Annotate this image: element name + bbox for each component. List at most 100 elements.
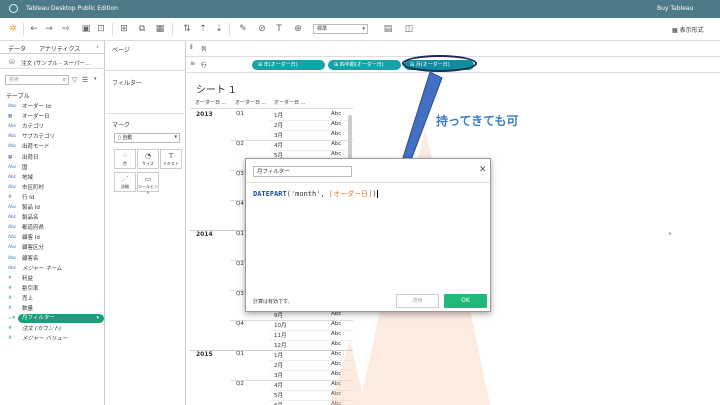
header-month[interactable]: オーダー日 ... [274, 99, 305, 108]
quarter-cell[interactable]: Q1 [236, 231, 244, 237]
ok-button[interactable]: OK [444, 294, 487, 308]
field-item[interactable]: Abc 市区町村 [0, 183, 105, 193]
month-cell[interactable]: 1月 [274, 351, 283, 359]
pill-year-order-date[interactable]: ⊞ 年(オーダー日) [252, 60, 325, 70]
label-icon[interactable]: T [273, 23, 285, 35]
pill-quarter-order-date[interactable]: ⊞ 四半期(オーダー日) [328, 60, 401, 70]
quarter-cell[interactable]: Q2 [236, 141, 244, 147]
sort-asc-icon[interactable]: ⇡ [197, 23, 209, 35]
chevron-down-icon[interactable]: ▾ [94, 76, 97, 82]
month-cell[interactable]: 9月 [274, 311, 283, 319]
field-item[interactable]: Abc 都道府県 [0, 223, 105, 233]
month-cell[interactable]: 4月 [274, 141, 283, 149]
mark-button-text[interactable]: T テキスト [160, 149, 182, 169]
quarter-cell[interactable]: Q4 [236, 321, 244, 327]
field-search-input[interactable]: 検索 ⌕ [5, 75, 69, 85]
quarter-cell[interactable]: Q4 [236, 201, 244, 207]
mark-button-tooltip[interactable]: ▭ ツールヒント [137, 172, 159, 195]
field-name: オーダー日 [22, 114, 50, 121]
tab-data[interactable]: データ [8, 44, 26, 53]
back-icon[interactable]: ← [28, 23, 40, 35]
month-cell[interactable]: 3月 [274, 371, 283, 379]
text-caret [376, 190, 378, 198]
month-cell[interactable]: 1月 [274, 111, 283, 119]
collapse-icon[interactable]: ‹ [96, 43, 99, 51]
field-item[interactable]: Abc 顧客区分 [0, 243, 105, 253]
datasource-icon[interactable]: ⇨ [60, 23, 72, 35]
month-cell[interactable]: 6月 [274, 401, 283, 405]
mark-button-detail[interactable]: ⋰ 詳細 [114, 172, 136, 192]
month-cell[interactable]: 12月 [274, 341, 287, 349]
field-item[interactable]: =# 月フィルター ▾ [8, 314, 104, 324]
month-cell[interactable]: 3月 [274, 131, 283, 139]
month-cell[interactable]: 10月 [274, 321, 287, 329]
calc-name-input[interactable]: 月フィルター [253, 166, 352, 177]
field-item[interactable]: Abc カテゴリ [0, 122, 105, 132]
filter-icon[interactable]: ▽ [72, 76, 77, 84]
field-item[interactable]: Abc メジャー ネーム [0, 264, 105, 274]
field-item[interactable]: Abc オーダー Id [0, 102, 105, 112]
group-icon[interactable]: ⊘ [256, 23, 268, 35]
field-item[interactable]: ▦ 出荷日 [0, 153, 105, 163]
quarter-cell[interactable]: Q3 [236, 291, 244, 297]
field-item[interactable]: # 行 Id [0, 193, 105, 203]
field-item[interactable]: # 割引率 [0, 284, 105, 294]
mark-type-select[interactable]: ▯ 自動 ▾ [114, 133, 180, 143]
field-item[interactable]: ▦ オーダー日 [0, 112, 105, 122]
year-cell[interactable]: 2014 [196, 231, 213, 238]
sort-desc-icon[interactable]: ⇣ [213, 23, 225, 35]
formula-editor[interactable]: DATEPART('month', [オーダー日]) [253, 189, 378, 199]
header-quarter[interactable]: オーダー日 ... [235, 99, 266, 108]
buy-tableau-link[interactable]: Buy Tableau [657, 5, 693, 12]
year-cell[interactable]: 2013 [196, 111, 213, 118]
pin-icon[interactable]: ⊕ [292, 23, 304, 35]
quarter-cell[interactable]: Q2 [236, 381, 244, 387]
month-cell[interactable]: 4月 [274, 381, 283, 389]
field-item[interactable]: Abc 出荷モード [0, 142, 105, 152]
field-item[interactable]: # 売上 [0, 294, 105, 304]
field-item[interactable]: # 数量 [0, 304, 105, 314]
field-item[interactable]: Abc サブカテゴリ [0, 132, 105, 142]
forward-icon[interactable]: → [43, 23, 55, 35]
field-item[interactable]: Abc 顧客 Id [0, 233, 105, 243]
apply-button[interactable]: 適用 [396, 294, 439, 308]
year-cell[interactable]: 2015 [196, 351, 213, 358]
close-icon[interactable]: ✕ [479, 165, 487, 175]
field-name: 顧客 Id [22, 235, 40, 242]
mark-button-color[interactable]: ⁘ 色 [114, 149, 136, 169]
new-sheet-icon[interactable]: ⊞ [118, 23, 130, 35]
field-item[interactable]: Abc 国 [0, 163, 105, 173]
tableau-logo-icon[interactable]: ✲ [7, 23, 19, 35]
month-cell[interactable]: 11月 [274, 331, 287, 339]
datasource-row[interactable]: ⛁ 注文 (サンプル - スーパー... [0, 55, 105, 69]
fit-select[interactable]: 標準 ▾ [313, 24, 368, 34]
quarter-cell[interactable]: Q3 [236, 171, 244, 177]
duplicate-sheet-icon[interactable]: ⧉ [136, 23, 148, 35]
swap-icon[interactable]: ⇅ [181, 23, 193, 35]
field-item[interactable]: Abc 製品 Id [0, 203, 105, 213]
present-mode-icon[interactable]: ◫ [403, 23, 415, 35]
mark-button-size[interactable]: ◔ サイズ [137, 149, 159, 169]
highlight-icon[interactable]: ✎ [237, 23, 249, 35]
tab-analytics[interactable]: アナリティクス [39, 44, 80, 53]
month-cell[interactable]: 2月 [274, 361, 283, 369]
field-item[interactable]: Abc 地域 [0, 173, 105, 183]
month-cell[interactable]: 2月 [274, 121, 283, 129]
header-year[interactable]: オーダー日 ... [195, 99, 226, 108]
field-item[interactable]: # メジャー バリュー [0, 334, 105, 344]
month-cell[interactable]: 5月 [274, 391, 283, 399]
chevron-down-icon[interactable]: ▾ [96, 314, 99, 322]
field-item[interactable]: Abc 製品名 [0, 213, 105, 223]
list-view-icon[interactable]: ☰ [82, 76, 88, 84]
field-item[interactable]: Abc 顧客名 [0, 254, 105, 264]
save-icon[interactable]: ▣ [80, 23, 92, 35]
field-item[interactable]: # 注文 (カウント) [0, 324, 105, 334]
quarter-cell[interactable]: Q1 [236, 111, 244, 117]
clear-sheet-icon[interactable]: ▦ [154, 23, 166, 35]
quarter-cell[interactable]: Q2 [236, 261, 244, 267]
quarter-cell[interactable]: Q1 [236, 351, 244, 357]
show-me-button[interactable]: ▦ 表示形式 [672, 25, 704, 34]
new-datasource-icon[interactable]: ⊡ [95, 23, 107, 35]
field-item[interactable]: # 利益 [0, 274, 105, 284]
presentation-icon[interactable]: ▤ [382, 23, 394, 35]
